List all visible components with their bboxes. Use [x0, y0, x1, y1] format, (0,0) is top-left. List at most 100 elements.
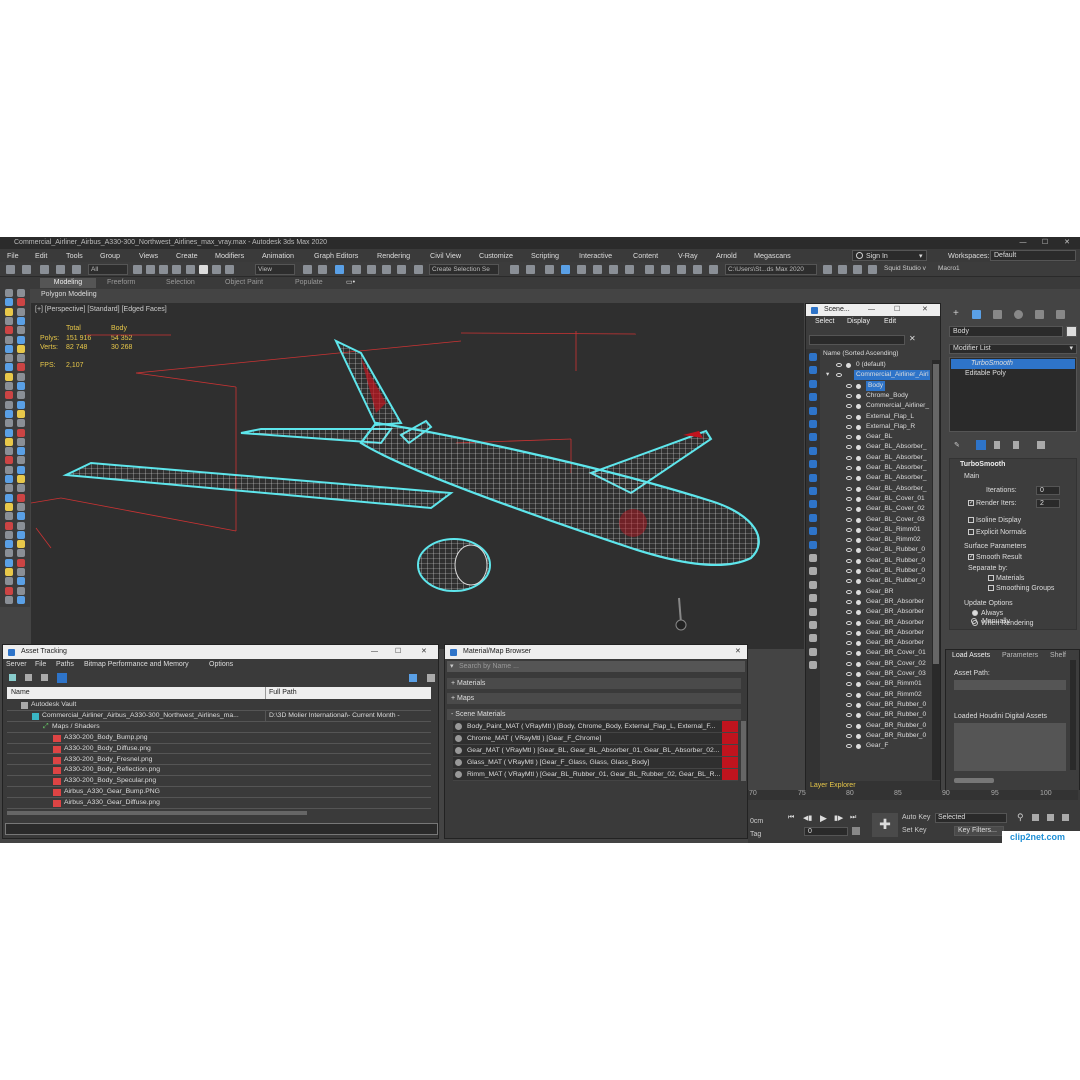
orbit-icon[interactable] [1047, 814, 1054, 821]
tool-icon[interactable] [17, 558, 25, 567]
tool-icon[interactable] [5, 549, 13, 558]
show-end-result-icon[interactable] [976, 440, 986, 450]
region-icon[interactable] [159, 265, 168, 274]
render-icon[interactable] [856, 445, 861, 451]
window-crossing-icon[interactable] [172, 265, 181, 274]
render-icon[interactable] [856, 383, 861, 389]
tool-icon[interactable] [17, 493, 25, 502]
percent-snap-icon[interactable] [382, 265, 391, 274]
modifier-list-dropdown[interactable]: Modifier List ▾ [949, 344, 1077, 354]
scene-search-input[interactable] [809, 335, 905, 345]
place-icon[interactable] [225, 265, 234, 274]
reference-coord-dropdown[interactable]: View [255, 264, 295, 275]
tool-icon[interactable] [17, 568, 25, 576]
modify-tab-icon[interactable] [972, 310, 981, 319]
tool-icon[interactable] [5, 354, 13, 363]
curve-editor-icon[interactable] [593, 265, 602, 274]
tool-icon[interactable] [17, 316, 25, 325]
set-key-button[interactable]: Set Key [902, 826, 932, 836]
scene-item[interactable]: Gear_BL_Rubber_0 [806, 545, 930, 555]
tab-load-assets[interactable]: Load Assets [952, 652, 990, 659]
tool-icon[interactable] [17, 502, 25, 511]
project-path-dropdown[interactable]: C:\Users\St...ds Max 2020 [725, 264, 817, 275]
prev-frame-icon[interactable]: ◀▮ [803, 814, 812, 822]
squid-studio-label[interactable]: Squid Studio v [884, 265, 926, 272]
close-button[interactable]: ✕ [1056, 237, 1078, 249]
visibility-icon[interactable] [846, 672, 852, 676]
menu-megascans[interactable]: Megascans [754, 249, 791, 262]
layer-explorer-icon[interactable] [561, 265, 570, 274]
manipulate-icon[interactable] [318, 265, 327, 274]
always-radio[interactable] [972, 610, 978, 616]
selection-filter-dropdown[interactable]: All [88, 264, 128, 275]
scene-item-body[interactable]: Body [806, 380, 930, 391]
menu-content[interactable]: Content [633, 249, 658, 262]
scene-item[interactable]: Gear_BR_Rubber_0 [806, 700, 930, 710]
table-view-icon[interactable] [41, 674, 48, 681]
render-setup-icon[interactable] [645, 265, 654, 274]
teapot-icon[interactable] [853, 265, 862, 274]
menu-server[interactable]: Server [6, 659, 27, 670]
tool-icon[interactable] [5, 568, 13, 576]
render-icon[interactable] [856, 455, 861, 461]
houdini-assets-list[interactable] [954, 723, 1066, 771]
visibility-icon[interactable] [846, 538, 852, 543]
material-search-input[interactable]: ▾ Search by Name ... [447, 661, 745, 672]
render-icon[interactable] [856, 651, 861, 657]
tool-icon[interactable] [5, 475, 13, 483]
render-icon[interactable] [846, 363, 851, 368]
render-icon[interactable] [856, 548, 861, 554]
scene-item[interactable]: Gear_BR_Cover_02 [806, 659, 930, 669]
name-column-header[interactable]: Name (Sorted Ascending) [823, 350, 899, 357]
scene-item[interactable]: Gear_BL_Cover_01 [806, 494, 930, 504]
render-icon[interactable] [856, 424, 861, 430]
time-config-icon[interactable] [852, 827, 860, 835]
spinner-snap-icon[interactable] [397, 265, 406, 274]
render-icon[interactable] [856, 713, 861, 719]
tool-icon[interactable] [5, 400, 13, 409]
iterations-spinner[interactable]: 0 [1036, 486, 1060, 495]
auto-key-button[interactable]: Auto Key [902, 813, 932, 823]
render-icon[interactable] [856, 569, 861, 574]
visibility-icon[interactable] [846, 445, 852, 450]
visibility-icon[interactable] [846, 548, 852, 553]
material-editor-icon[interactable] [625, 265, 634, 274]
path-column-header[interactable]: Full Path [265, 687, 297, 699]
hierarchy-tab-icon[interactable] [993, 310, 1002, 319]
scene-item[interactable]: Gear_BL_Absorber_ [806, 453, 930, 463]
goto-end-icon[interactable]: ⏭ [850, 814, 856, 822]
visibility-icon[interactable] [846, 702, 852, 707]
table-row[interactable]: A330-200_Body_Fresnel.png [7, 755, 431, 766]
tab-populate[interactable]: Populate [295, 278, 323, 288]
mirror-icon[interactable] [510, 265, 519, 274]
utilities-tab-icon[interactable] [1056, 310, 1065, 319]
scene-item[interactable]: Gear_BL_Absorber_ [806, 463, 930, 473]
time-ruler[interactable]: 70 75 80 85 90 95 100 [748, 790, 1078, 800]
tool-icon[interactable] [5, 335, 13, 344]
tool-icon[interactable] [5, 428, 13, 437]
scene-item[interactable]: Gear_BR_Absorber [806, 607, 930, 617]
tool-icon[interactable] [5, 437, 13, 446]
render-icon[interactable] [856, 630, 861, 636]
light-icon[interactable] [868, 265, 877, 274]
material-scrollbar[interactable] [741, 721, 746, 781]
tool-icon[interactable] [17, 298, 25, 307]
menu-vray[interactable]: V-Ray [678, 249, 698, 262]
select-by-name-icon[interactable] [146, 265, 155, 274]
tool-icon[interactable] [5, 344, 13, 353]
menu-animation[interactable]: Animation [262, 249, 294, 262]
group-scene-materials[interactable]: - Scene Materials [447, 709, 741, 720]
visibility-icon[interactable] [846, 558, 852, 563]
undo-icon[interactable] [6, 265, 15, 274]
tool-icon[interactable] [17, 400, 25, 409]
houdini-hscrollbar[interactable] [954, 778, 994, 783]
table-row[interactable]: Airbus_A330_Gear_Diffuse.png [7, 798, 431, 809]
menu-group[interactable]: Group [100, 249, 120, 262]
material-item[interactable]: Glass_MAT ( VRayMtl ) [Gear_F_Glass, Gla… [453, 757, 738, 769]
tool-icon[interactable] [5, 540, 13, 549]
visibility-icon[interactable] [846, 733, 852, 738]
table-row[interactable]: Airbus_A330_Gear_Bump.PNG [7, 787, 431, 799]
highlight-icon[interactable] [427, 674, 435, 682]
rendered-frame-icon[interactable] [661, 265, 670, 274]
tool-icon[interactable] [17, 530, 25, 539]
